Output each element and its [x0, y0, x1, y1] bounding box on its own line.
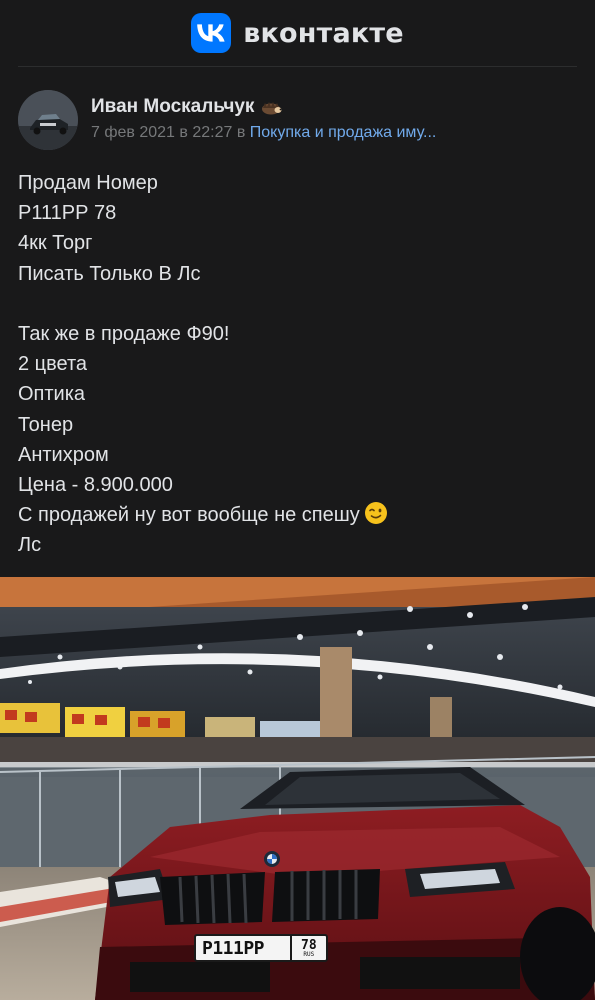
- post-line: Оптика: [18, 383, 86, 406]
- hedgehog-icon: [262, 102, 282, 115]
- plate-number: Р111РР: [202, 937, 265, 959]
- post-text: Продам Номер Р111РР 78 4кк Торг Писать Т…: [18, 168, 578, 560]
- vk-logo-icon[interactable]: [191, 13, 232, 53]
- post-line-with-emoji: С продажей ну вот вообще не спешу: [18, 500, 578, 530]
- post-header: Иван Москальчук 7 фев 2021 в 22:27 в Пок…: [18, 88, 578, 152]
- post-line-blank: [18, 289, 578, 319]
- author-name-text[interactable]: Иван Москальчук: [91, 96, 254, 118]
- header-divider: [18, 66, 577, 67]
- author-avatar[interactable]: [18, 90, 78, 150]
- group-link[interactable]: Покупка и продажа иму...: [250, 124, 437, 141]
- post-line: Р111РР 78: [18, 202, 117, 225]
- post-line: Продам Номер: [18, 172, 158, 194]
- post-line: Тонер: [18, 413, 74, 436]
- post-line: Лс: [18, 534, 42, 557]
- vk-post-page: вконтакте Иван Москальчук 7 фев 2021 в 2…: [0, 0, 595, 1000]
- post-meta: 7 фев 2021 в 22:27 в Покупка и продажа и…: [91, 124, 436, 142]
- plate-region: 78 RUS: [289, 936, 326, 960]
- post-line: Так же в продаже Ф90!: [18, 322, 230, 345]
- post-line: Антихром: [18, 443, 109, 466]
- post-line: Писать Только В Лс: [18, 262, 201, 285]
- winking-face-icon: [364, 502, 387, 525]
- license-plate: Р111РР 78 RUS: [194, 934, 328, 962]
- post-line-text: С продажей ну вот вообще не спешу: [18, 504, 360, 527]
- app-header: вконтакте: [0, 0, 595, 66]
- post-date[interactable]: 7 фев 2021 в 22:27: [91, 124, 232, 141]
- plate-country: RUS: [303, 950, 315, 958]
- post-line: Цена - 8.900.000: [18, 473, 173, 496]
- post-line: 2 цвета: [18, 353, 88, 376]
- brand-name: вконтакте: [243, 17, 404, 49]
- author-name[interactable]: Иван Москальчук: [91, 96, 282, 118]
- post-line: 4кк Торг: [18, 232, 93, 255]
- post-in-word: в: [236, 124, 246, 141]
- plate-region-number: 78: [301, 937, 317, 953]
